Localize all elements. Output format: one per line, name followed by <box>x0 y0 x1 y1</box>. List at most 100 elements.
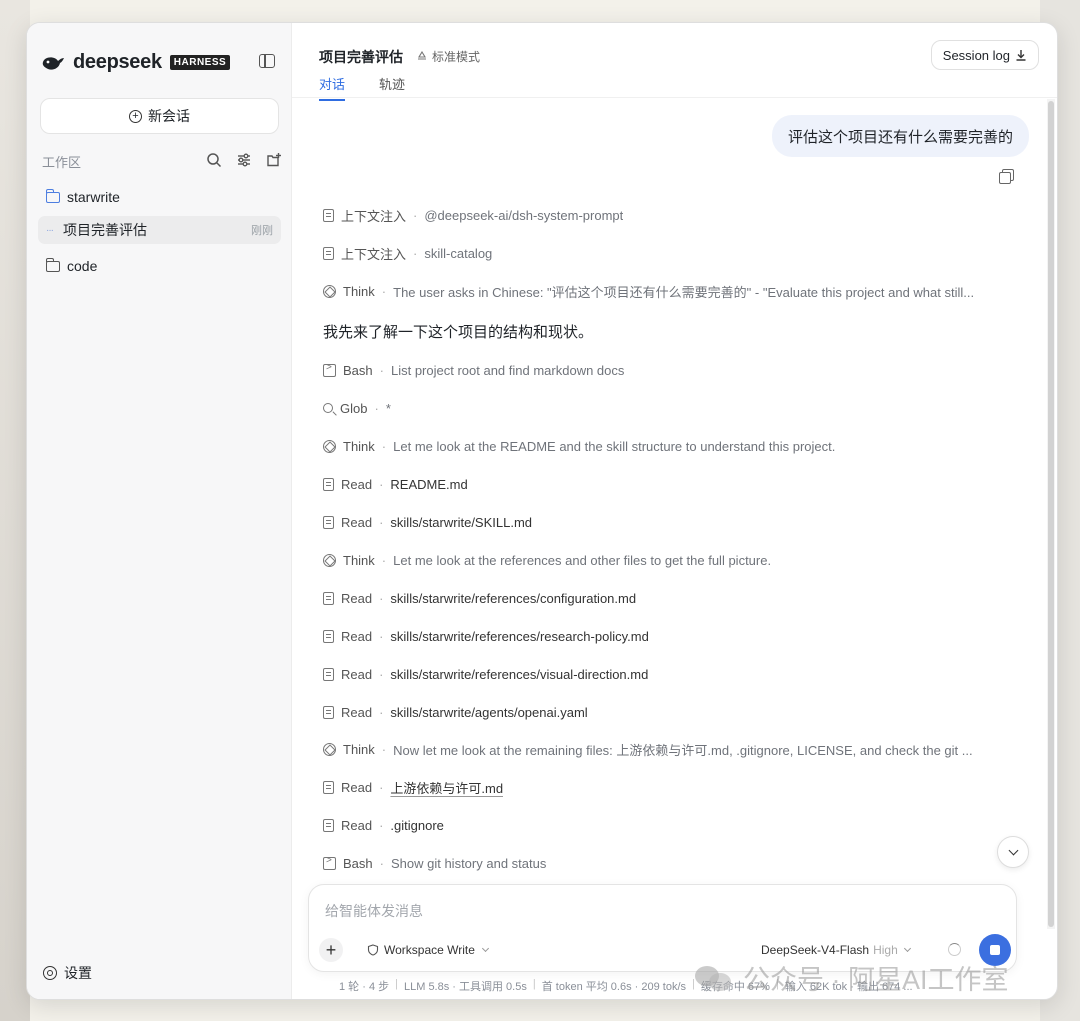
file-link[interactable]: skills/starwrite/references/research-pol… <box>390 629 648 644</box>
sidebar-item-code[interactable]: code <box>38 252 281 280</box>
step-detail: skill-catalog <box>424 245 493 261</box>
new-chat-button[interactable]: + 新会话 <box>40 98 279 134</box>
model-select[interactable]: DeepSeek-V4-Flash High <box>761 943 911 957</box>
sidebar-item-label: starwrite <box>67 189 120 205</box>
watermark-text: 公众号 · 阿星AI工作室 <box>743 965 1009 995</box>
download-icon <box>1016 50 1026 61</box>
session-log-button[interactable]: Session log <box>930 40 1039 70</box>
separator-dot: · <box>379 666 384 682</box>
step-kind: Read <box>341 590 373 606</box>
file-link[interactable]: skills/starwrite/references/configuratio… <box>390 591 636 606</box>
step-kind: Think <box>343 552 375 568</box>
scrollbar-thumb[interactable] <box>1048 101 1054 927</box>
copy-icon[interactable] <box>999 169 1014 184</box>
main-panel: 项目完善评估 标准模式 对话 轨迹 Session log 评估这个项目还有什么… <box>292 23 1057 999</box>
file-link[interactable]: README.md <box>390 477 467 492</box>
whale-logo-icon <box>42 56 64 70</box>
think-icon <box>323 284 336 298</box>
chevron-down-icon <box>903 944 911 953</box>
separator-dot: · <box>381 438 387 454</box>
document-icon <box>323 667 334 681</box>
harness-badge: HARNESS <box>169 55 231 70</box>
file-link[interactable]: skills/starwrite/agents/openai.yaml <box>390 705 587 720</box>
step-row[interactable]: Read · .gitignore <box>323 815 1013 835</box>
sidebar-item-label: 项目完善评估 <box>63 222 147 238</box>
think-icon <box>323 742 336 756</box>
workspace-mode-select[interactable]: Workspace Write <box>367 943 489 957</box>
filter-icon[interactable] <box>236 152 252 168</box>
step-row[interactable]: Think · Let me look at the README and the … <box>323 436 1013 456</box>
gear-icon <box>43 966 57 980</box>
folder-icon <box>45 188 60 203</box>
file-link[interactable]: skills/starwrite/references/visual-direc… <box>390 667 648 682</box>
step-detail: Now let me look at the remaining files: … <box>393 742 973 758</box>
terminal-icon <box>323 362 336 377</box>
step-kind: Read <box>341 704 373 720</box>
mode-indicator[interactable]: 标准模式 <box>416 48 480 65</box>
separator-dot: · <box>381 741 387 757</box>
separator-dot: · <box>381 283 387 299</box>
loading-spinner-icon <box>948 943 961 956</box>
settings-label: 设置 <box>64 965 92 981</box>
watermark: 公众号 · 阿星AI工作室 <box>695 958 1009 997</box>
workspace-mode-label: Workspace Write <box>384 943 475 957</box>
separator-dot: · <box>379 817 384 833</box>
think-icon <box>323 553 336 567</box>
step-row[interactable]: Read · skills/starwrite/SKILL.md <box>323 512 1013 532</box>
step-row[interactable]: Bash · List project root and find markdown… <box>323 360 1013 380</box>
workspace-header: 工作区 <box>42 152 282 172</box>
step-row[interactable]: Read · skills/starwrite/references/configu… <box>323 588 1013 608</box>
new-folder-icon[interactable] <box>266 152 282 168</box>
step-kind: 上下文注入 <box>341 246 407 262</box>
step-row[interactable]: Read · skills/starwrite/references/visual-… <box>323 664 1013 684</box>
step-kind: Think <box>343 741 375 757</box>
message-input[interactable]: 给智能体发消息 <box>325 901 423 921</box>
step-row[interactable]: Read · skills/starwrite/references/researc… <box>323 626 1013 646</box>
header-divider <box>292 97 1057 98</box>
step-row[interactable]: Read · README.md <box>323 474 1013 494</box>
separator-dot: · <box>379 855 384 871</box>
step-row[interactable]: Think · The user asks in Chinese: "评估这个项目还… <box>323 281 1013 301</box>
status-item: 1 轮 · 4 步 <box>339 981 390 993</box>
session-log-label: Session log <box>942 47 1010 63</box>
step-row[interactable]: Read · skills/starwrite/agents/openai.yaml <box>323 702 1013 722</box>
app-logo: deepseek HARNESS <box>41 51 231 74</box>
separator-dot: · <box>379 590 384 606</box>
document-icon <box>323 591 334 605</box>
chevron-down-icon <box>481 944 489 953</box>
step-detail: @deepseek-ai/dsh-system-prompt <box>424 207 624 223</box>
terminal-icon <box>323 855 336 870</box>
assistant-text: 我先来了解一下这个项目的结构和现状。 <box>323 324 594 341</box>
document-icon <box>323 780 334 794</box>
sidebar-item-session[interactable]: ··· 项目完善评估 刚刚 <box>38 216 281 244</box>
document-icon <box>323 705 334 719</box>
sidebar-item-starwrite[interactable]: starwrite <box>38 183 281 211</box>
file-link[interactable]: .gitignore <box>390 818 443 833</box>
step-detail: List project root and find markdown docs <box>390 362 625 378</box>
step-row[interactable]: Bash · Show git history and status <box>323 853 1013 873</box>
step-row[interactable]: 上下文注入 · skill-catalog <box>323 243 1013 263</box>
separator-dot: · <box>379 476 384 492</box>
page-title: 项目完善评估 <box>319 49 403 65</box>
step-row[interactable]: Glob · * <box>323 398 1013 418</box>
step-row[interactable]: 上下文注入 · @deepseek-ai/dsh-system-prompt <box>323 205 1013 225</box>
separator-dot: · <box>413 245 418 261</box>
sidebar-toggle-icon[interactable] <box>259 54 275 68</box>
step-detail: The user asks in Chinese: "评估这个项目还有什么需要完… <box>393 284 975 300</box>
step-row[interactable]: Think · Now let me look at the remaining f… <box>323 739 1013 759</box>
user-message-text: 评估这个项目还有什么需要完善的 <box>787 128 1013 146</box>
step-kind: Glob <box>340 400 368 416</box>
step-row[interactable]: Read · 上游依赖与许可.md <box>323 777 1013 797</box>
step-row[interactable]: Think · Let me look at the references and … <box>323 550 1013 570</box>
search-icon[interactable] <box>206 152 222 168</box>
scroll-to-bottom-button[interactable] <box>997 836 1029 868</box>
step-kind: Read <box>341 476 373 492</box>
separator-dot: · <box>379 514 384 530</box>
step-detail: Let me look at the references and other … <box>393 552 772 568</box>
settings-button[interactable]: 设置 <box>43 963 92 983</box>
file-link[interactable]: skills/starwrite/SKILL.md <box>390 515 532 530</box>
file-link[interactable]: 上游依赖与许可.md <box>390 778 503 797</box>
step-detail: Show git history and status <box>390 855 547 871</box>
attach-button[interactable]: + <box>319 938 343 962</box>
sidebar-item-label: code <box>67 258 98 274</box>
